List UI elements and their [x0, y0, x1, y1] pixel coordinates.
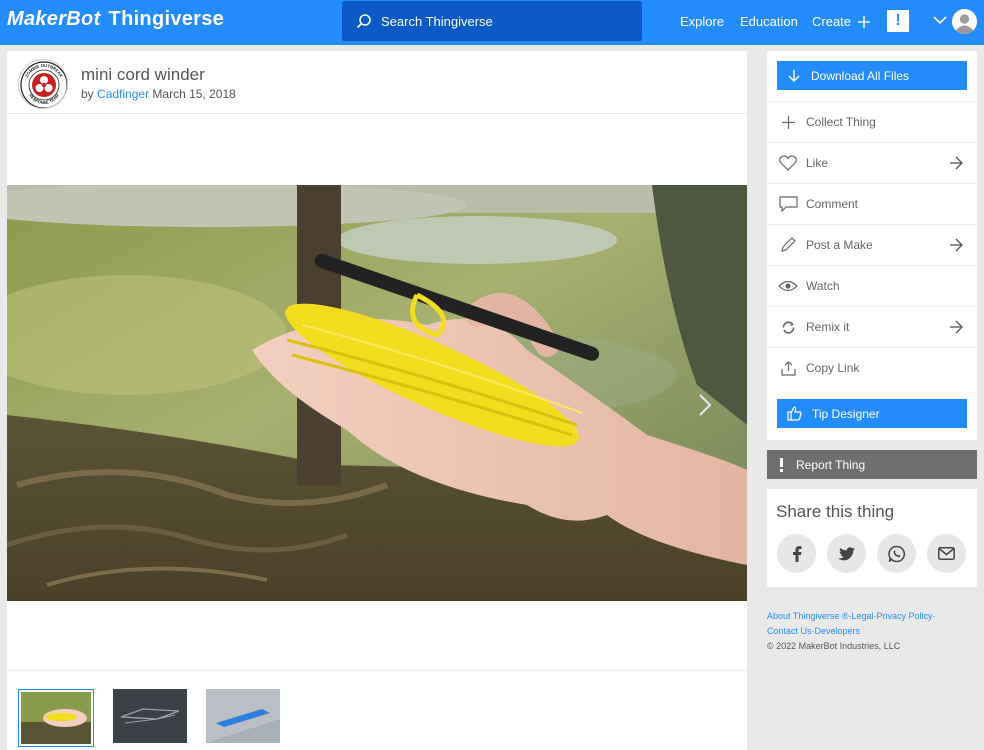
share-facebook-button[interactable] [777, 534, 816, 573]
thumbnail-photo-image [21, 692, 91, 744]
footer-legal-link[interactable]: Legal [852, 611, 874, 621]
thing-title: mini cord winder [81, 65, 205, 84]
facebook-icon [792, 545, 801, 562]
nav-create[interactable]: Create [812, 14, 871, 29]
logo-makerbot: MakerBot [7, 8, 101, 30]
share-whatsapp-button[interactable] [877, 534, 916, 573]
nav-explore[interactable]: Explore [680, 14, 724, 29]
share-upload-icon [780, 360, 796, 376]
comment-icon [778, 196, 798, 212]
footer-separator: · [932, 611, 936, 621]
twitter-icon [838, 546, 855, 560]
alert-icon [780, 457, 783, 472]
download-all-files-button[interactable]: Download All Files [777, 61, 967, 90]
download-arrow-icon [788, 69, 800, 82]
biohazard-icon: ZOMBIE OUTBREAK RESPONSE TEAM [20, 61, 67, 108]
publish-date: March 15, 2018 [152, 87, 236, 101]
thing-byline: by Cadfinger March 15, 2018 [81, 87, 236, 101]
search-icon [356, 14, 371, 29]
thumbnail-strip [7, 670, 747, 750]
copy-link-button[interactable]: Copy Link [767, 347, 977, 388]
like-button[interactable]: Like [767, 142, 977, 183]
thing-header: ZOMBIE OUTBREAK RESPONSE TEAM mini cord … [7, 51, 747, 114]
share-email-button[interactable] [927, 534, 966, 573]
like-label: Like [806, 156, 829, 170]
cord-winder-photo [7, 185, 747, 601]
user-avatar[interactable] [952, 9, 977, 34]
pencil-icon [781, 237, 796, 252]
thumbnail-render-dark-image [113, 689, 187, 743]
arrow-right-icon [950, 238, 963, 252]
creator-avatar[interactable]: ZOMBIE OUTBREAK RESPONSE TEAM [18, 59, 68, 109]
share-title: Share this thing [776, 502, 895, 521]
thing-detail-card: ZOMBIE OUTBREAK RESPONSE TEAM mini cord … [7, 51, 747, 750]
remix-label: Remix it [806, 320, 850, 334]
search-box[interactable]: Search Thingiverse [342, 1, 642, 41]
comment-button[interactable]: Comment [767, 183, 977, 224]
logo-thingiverse: Thingiverse [108, 8, 225, 30]
top-navigation-bar: MakerBot Thingiverse Search Thingiverse … [0, 0, 984, 45]
main-photo[interactable] [7, 185, 747, 601]
tip-designer-button[interactable]: Tip Designer [777, 399, 967, 428]
share-twitter-button[interactable] [827, 534, 866, 573]
user-icon [952, 9, 977, 34]
footer-privacy-link[interactable]: Privacy Policy [877, 611, 933, 621]
post-make-label: Post a Make [806, 238, 873, 252]
share-panel: Share this thing [767, 489, 977, 587]
thumbs-up-icon [787, 406, 802, 421]
arrow-right-icon [950, 156, 963, 170]
email-icon [938, 547, 955, 560]
footer-contact-link[interactable]: Contact Us [767, 626, 812, 636]
footer-copyright: © 2022 MakerBot Industries, LLC [767, 641, 901, 651]
comment-label: Comment [806, 197, 859, 211]
watch-label: Watch [806, 279, 840, 293]
post-a-make-button[interactable]: Post a Make [767, 224, 977, 265]
arrow-right-icon [950, 320, 963, 334]
whatsapp-icon [887, 545, 905, 562]
thumbnail-render-blue[interactable] [206, 689, 280, 743]
copy-link-label: Copy Link [806, 361, 860, 375]
footer-about-link[interactable]: About Thingiverse ® [767, 611, 849, 621]
search-placeholder: Search Thingiverse [381, 13, 493, 29]
footer-developers-link[interactable]: Developers [815, 626, 861, 636]
nav-create-label: Create [812, 14, 852, 29]
nav-education[interactable]: Education [740, 14, 798, 29]
collect-thing-button[interactable]: Collect Thing [767, 101, 977, 142]
eye-icon [778, 280, 798, 292]
thumbnail-render-dark[interactable] [113, 689, 187, 743]
thumbnail-photo[interactable] [18, 689, 94, 747]
plus-icon [858, 15, 871, 28]
tip-label: Tip Designer [812, 406, 880, 421]
plus-icon [781, 115, 795, 129]
report-label: Report Thing [796, 457, 866, 472]
byline-prefix: by [81, 87, 94, 101]
heart-icon [779, 155, 797, 171]
remix-icon [782, 320, 794, 334]
download-label: Download All Files [811, 68, 910, 83]
makerbot-thingiverse-logo[interactable]: MakerBot Thingiverse [7, 8, 224, 32]
thing-actions-panel: Download All Files Collect Thing Like Co… [767, 51, 977, 440]
report-thing-button[interactable]: Report Thing [767, 450, 977, 479]
chevron-down-icon[interactable] [933, 16, 947, 25]
notifications-button[interactable]: ! [887, 10, 909, 32]
watch-button[interactable]: Watch [767, 265, 977, 306]
author-link[interactable]: Cadfinger [97, 87, 149, 101]
thumbnail-render-blue-image [206, 689, 280, 743]
site-footer: About Thingiverse ®·Legal·Privacy Policy… [767, 609, 977, 654]
collect-label: Collect Thing [806, 115, 876, 129]
remix-button[interactable]: Remix it [767, 306, 977, 347]
